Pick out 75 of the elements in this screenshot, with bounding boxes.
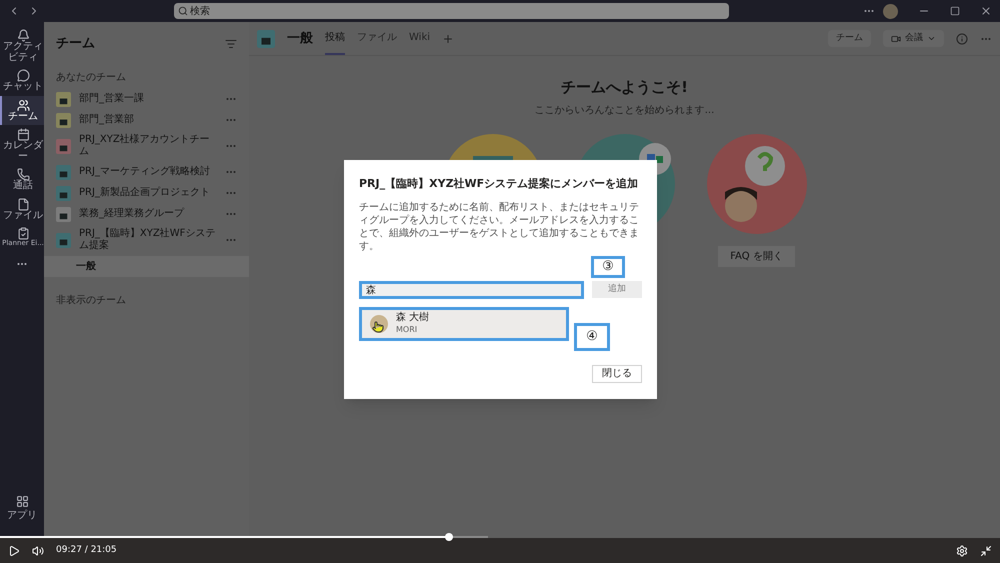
team-item[interactable]: 部門_営業部 [44,110,249,130]
avatar[interactable] [883,4,898,18]
rail-label: カレンダー [3,141,43,162]
callout-label: ④ [574,322,610,350]
team-name: PRJ_XYZ社様アカウントチーム [79,134,211,158]
team-item[interactable]: 部門_営業一課 [44,88,249,110]
section-label: あなたのチーム [55,70,127,84]
team-avatar-icon [257,30,275,48]
apps-icon [16,495,28,508]
rail-item[interactable]: チーム [0,96,44,125]
dialog-title: PRJ_【臨時】XYZ社WFシステム提案にメンバーを追加 [359,176,640,192]
phone-icon [16,168,30,181]
file-icon [16,198,30,210]
info-icon[interactable] [956,32,968,44]
restore-icon[interactable] [950,6,960,16]
team-item[interactable]: PRJ_マーケティング戦略検討 [44,162,249,182]
tab[interactable]: ファイル [357,22,397,55]
rail-item[interactable]: 通話 [0,165,44,194]
filter-icon[interactable] [225,38,237,50]
progress-thumb[interactable] [444,533,453,541]
close-icon[interactable] [980,5,992,17]
people-icon [16,98,30,112]
dialog-description: チームに追加するために名前、配布リスト、またはセキュリティグループを入力してください。メールアドレスを入力することで、組織外のユーザーをゲストとして追加することもできます。 [359,200,640,252]
faq-button[interactable]: FAQ を開く [718,246,795,266]
rail-label: チャット [3,82,43,92]
time-display: 09:27 / 21:05 [56,544,117,557]
hand-cursor-icon [372,320,384,332]
team-item[interactable]: PRJ_XYZ社様アカウントチーム [44,130,249,162]
settings-icon[interactable] [956,544,968,556]
rail-label: チーム [7,112,39,122]
team-name: PRJ_【臨時】XYZ社WFシステム提案 [79,228,216,252]
team-item[interactable]: PRJ_新製品企画プロジェクト [44,182,249,204]
section-label: 非表示のチーム [55,294,127,308]
calendar-icon [16,128,30,141]
chat-icon [16,69,30,82]
name-input-field[interactable]: 森 [359,280,584,298]
rail-label: 通話 [12,181,34,192]
bell-icon [16,29,30,42]
team-name: PRJ_新製品企画プロジェクト [79,186,211,200]
welcome-title: チームへようこそ! [561,77,688,98]
video-icon [891,34,901,44]
team-name: 業務_経理業務グループ [79,208,186,220]
team-name: PRJ_マーケティング戦略検討 [79,166,211,178]
close-button[interactable]: 閉じる [592,364,642,382]
channel-item[interactable]: 一般 [44,256,249,276]
result-subtitle: MORI [396,324,418,335]
add-tab-icon[interactable] [442,32,454,44]
search-field[interactable]: 検索 [174,3,729,19]
channel-name: 一般 [287,30,313,48]
search-result-item[interactable]: 森 大樹 MORI [359,306,569,340]
meet-button[interactable]: 会議 [883,30,944,48]
team-item[interactable]: PRJ_【臨時】XYZ社WFシステム提案 [44,224,249,256]
fullscreen-icon[interactable] [980,544,992,556]
volume-icon[interactable] [32,544,44,556]
callout-label: ③ [591,256,625,278]
team-name: 部門_営業部 [79,114,135,126]
rail-item[interactable]: チャット [0,66,44,96]
rail-label: ファイル [3,210,43,221]
play-icon[interactable] [8,544,20,556]
rail-item[interactable]: ファイル [0,194,44,224]
tab[interactable]: Wiki [409,22,430,55]
tab[interactable]: 投稿 [325,22,345,55]
search-icon [178,6,188,16]
panel-title: チーム [56,35,95,53]
clipboard-icon [16,227,30,240]
result-name: 森 大樹 [396,312,430,325]
welcome-subtitle: ここからいろんなことを始められます... [534,104,714,118]
team-button[interactable]: チーム [828,30,871,48]
rail-item[interactable]: アプリ [7,495,37,523]
team-item[interactable]: 業務_経理業務グループ [44,204,249,224]
team-name: 部門_営業一課 [79,92,145,106]
caret-icon [927,34,936,43]
rail-item[interactable]: アクティビティ [0,26,44,66]
rail-item[interactable]: カレンダー [0,125,44,165]
rail-label: アクティビティ [3,42,43,63]
